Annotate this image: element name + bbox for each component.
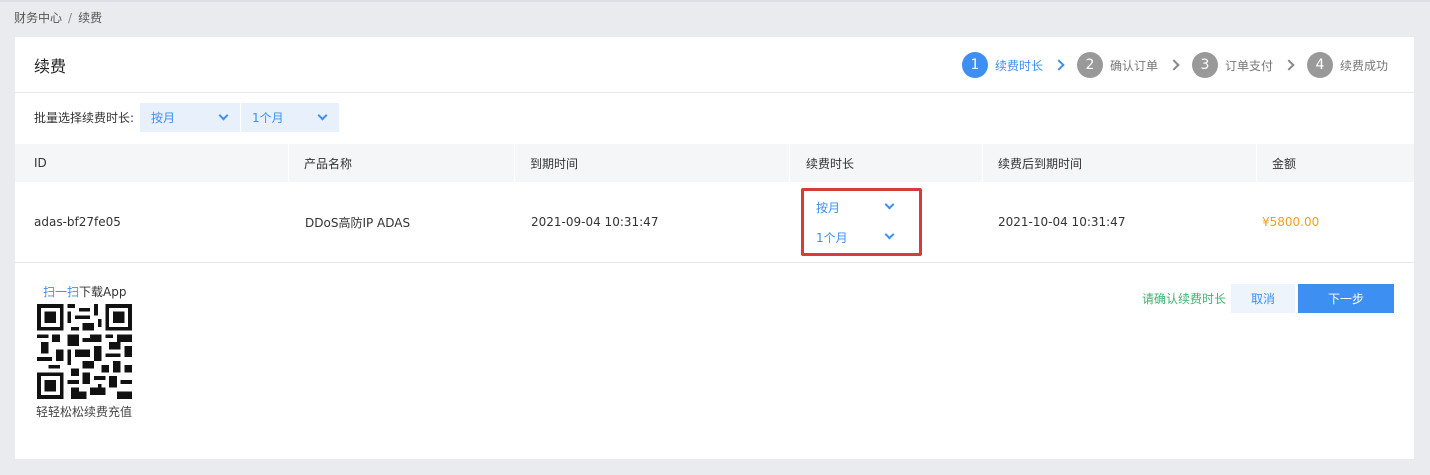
cell-product: DDoS高防IP ADAS: [305, 215, 411, 230]
step-3-label: 订单支付: [1224, 58, 1273, 73]
row-duration-value: 1个月: [816, 230, 848, 245]
batch-duration-value: 1个月: [252, 111, 284, 125]
cell-id: adas-bf27fe05: [34, 215, 121, 229]
cell-expire: 2021-09-04 10:31:47: [531, 215, 659, 229]
chevron-right-icon: [1053, 59, 1065, 71]
header-amount: 金额: [1272, 156, 1297, 171]
step-4-label: 续费成功: [1339, 58, 1388, 73]
chevron-down-icon: [317, 110, 328, 121]
step-2-number: 2: [1076, 52, 1103, 78]
step-1-number: 1: [961, 52, 988, 78]
batch-duration-row: 批量选择续费时长: 按月 1个月: [34, 103, 340, 132]
chevron-right-icon: [1283, 59, 1295, 71]
step-1-label: 续费时长: [994, 58, 1043, 73]
batch-unit-select[interactable]: 按月: [140, 103, 241, 132]
step-2: 2 确认订单: [1076, 52, 1158, 78]
chevron-right-icon: [1168, 59, 1180, 71]
scan-link[interactable]: 扫一扫: [43, 285, 79, 299]
renewal-table: ID 产品名称 到期时间 续费时长 续费后到期时间 金额 adas-bf27fe…: [15, 144, 1414, 263]
breadcrumb-current: 续费: [78, 11, 103, 25]
breadcrumb-parent[interactable]: 财务中心: [14, 9, 62, 26]
breadcrumb-separator: /: [68, 10, 73, 25]
header-duration: 续费时长: [806, 156, 855, 171]
cell-new-expire: 2021-10-04 10:31:47: [998, 215, 1126, 229]
table-row: adas-bf27fe05 DDoS高防IP ADAS 2021-09-04 1…: [15, 182, 1414, 263]
scan-rest: 下载App: [79, 285, 127, 299]
header-id: ID: [34, 156, 47, 170]
renewal-panel: 续费 1 续费时长 2 确认订单 3 订单支付 4 续费成功 批量选择续费时长:…: [15, 37, 1414, 459]
header-divider: [288, 144, 289, 182]
step-1: 1 续费时长: [961, 52, 1043, 78]
step-4-number: 4: [1306, 52, 1333, 78]
row-unit-value: 按月: [816, 200, 841, 215]
qr-code-icon: [37, 304, 132, 399]
page-title: 续费: [34, 57, 67, 76]
panel-header: 续费 1 续费时长 2 确认订单 3 订单支付 4 续费成功: [15, 37, 1414, 93]
row-unit-select[interactable]: 按月: [816, 197, 906, 217]
header-expire: 到期时间: [530, 156, 579, 171]
batch-duration-label: 批量选择续费时长:: [34, 111, 135, 125]
top-divider: [0, 0, 1430, 2]
step-4: 4 续费成功: [1306, 52, 1388, 78]
step-indicator: 1 续费时长 2 确认订单 3 订单支付 4 续费成功: [961, 52, 1388, 78]
chevron-down-icon: [884, 229, 895, 240]
table-header: ID 产品名称 到期时间 续费时长 续费后到期时间 金额: [15, 144, 1414, 182]
batch-duration-select[interactable]: 1个月: [241, 103, 340, 132]
step-3-number: 3: [1191, 52, 1218, 78]
chevron-down-icon: [884, 199, 895, 210]
breadcrumb: 财务中心 / 续费: [14, 9, 102, 26]
header-divider: [789, 144, 790, 182]
header-divider: [514, 144, 515, 182]
header-divider: [982, 144, 983, 182]
cancel-button[interactable]: 取消: [1231, 284, 1295, 313]
row-duration-select[interactable]: 1个月: [816, 227, 906, 247]
header-divider: [1256, 144, 1257, 182]
step-2-label: 确认订单: [1109, 58, 1158, 73]
header-new-expire: 续费后到期时间: [998, 156, 1083, 171]
scan-download-text: 扫一扫下载App: [43, 283, 126, 300]
chevron-down-icon: [218, 110, 229, 121]
batch-unit-value: 按月: [151, 111, 176, 125]
header-product: 产品名称: [304, 156, 353, 171]
confirm-duration-text: 请确认续费时长: [1142, 292, 1227, 306]
step-3: 3 订单支付: [1191, 52, 1273, 78]
next-step-button[interactable]: 下一步: [1298, 284, 1394, 313]
qr-caption: 轻轻松松续费充值: [36, 405, 133, 419]
cell-amount: ¥5800.00: [1262, 215, 1320, 229]
